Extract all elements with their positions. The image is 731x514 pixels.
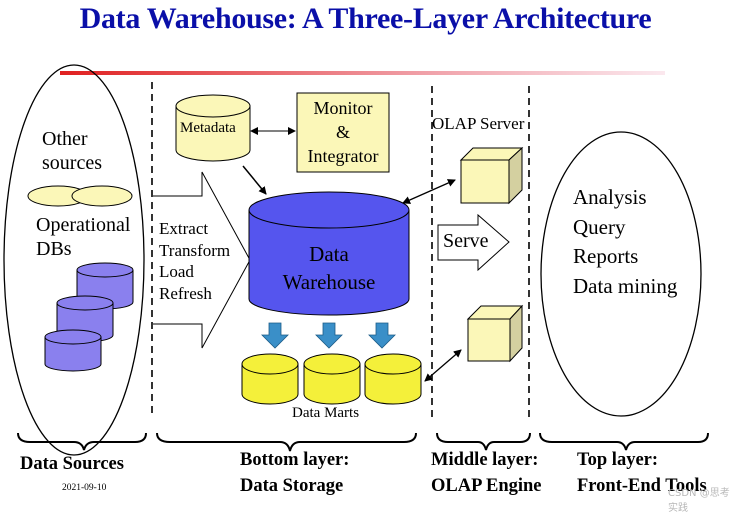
serve-label: Serve xyxy=(443,230,489,252)
metadata-warehouse-arrow xyxy=(242,165,267,195)
warehouse-olap-arrow xyxy=(402,179,456,204)
monitor-line-3: Integrator xyxy=(307,146,379,166)
brace-data-sources xyxy=(17,432,147,451)
data-mart-3 xyxy=(364,353,422,405)
olap-cube-2 xyxy=(466,304,524,363)
data-mart-2 xyxy=(303,353,361,405)
operational-dbs-label: Operational DBs xyxy=(36,213,130,261)
other-sources-label: Other sources xyxy=(42,127,102,175)
layer-bottom-line-2: Data Storage xyxy=(240,476,344,496)
front-end-data-mining: Data mining xyxy=(573,273,678,298)
etl-extract: Extract xyxy=(159,219,209,238)
down-arrow-3 xyxy=(368,322,396,349)
etl-transform: Transform xyxy=(159,240,231,260)
down-arrow-1 xyxy=(261,322,289,349)
front-end-query: Query xyxy=(573,214,626,239)
layer-middle: Middle layer: OLAP Engine xyxy=(431,447,542,499)
operational-dbs-line-1: Operational xyxy=(36,214,131,236)
date-label: 2021-09-10 xyxy=(62,483,107,493)
etl-load: Load xyxy=(159,262,194,281)
marts-olap-arrow xyxy=(424,349,462,382)
layer-top-line-1: Top layer: xyxy=(577,450,659,470)
operational-db-3 xyxy=(44,329,102,372)
layer-bottom: Bottom layer: Data Storage xyxy=(240,447,349,499)
front-end-tools-list: Analysis Query Reports Data mining xyxy=(573,183,677,301)
layer-middle-line-2: OLAP Engine xyxy=(431,476,542,496)
watermark: CSDN @思考实践 xyxy=(668,488,730,514)
olap-cube-1 xyxy=(459,146,524,205)
layer-bottom-line-1: Bottom layer: xyxy=(240,450,350,470)
front-end-analysis: Analysis xyxy=(573,185,647,209)
operational-dbs-line-2: DBs xyxy=(36,238,72,260)
other-sources-line-1: Other xyxy=(42,128,88,150)
monitor-line-1: Monitor xyxy=(313,98,373,118)
etl-label: Extract Transform Load Refresh xyxy=(159,218,230,304)
layer-middle-line-1: Middle layer: xyxy=(431,450,539,470)
warehouse-line-1: Data xyxy=(309,242,349,266)
front-end-reports: Reports xyxy=(573,244,639,268)
monitor-integrator-label: Monitor & Integrator xyxy=(297,96,389,168)
data-mart-1 xyxy=(241,353,299,405)
data-warehouse-label: Data Warehouse xyxy=(249,240,409,296)
data-marts-label: Data Marts xyxy=(292,405,360,421)
olap-server-label: OLAP Server xyxy=(432,114,525,133)
metadata-label: Metadata xyxy=(180,120,236,136)
warehouse-line-2: Warehouse xyxy=(282,270,376,294)
layer-data-sources-line-1: Data Sources xyxy=(20,454,124,474)
down-arrow-2 xyxy=(315,322,343,349)
other-sources-line-2: sources xyxy=(42,152,102,174)
layer-data-sources: Data Sources xyxy=(20,451,124,477)
etl-refresh: Refresh xyxy=(159,283,212,303)
other-source-2 xyxy=(71,185,133,207)
monitor-line-2: & xyxy=(335,122,350,142)
